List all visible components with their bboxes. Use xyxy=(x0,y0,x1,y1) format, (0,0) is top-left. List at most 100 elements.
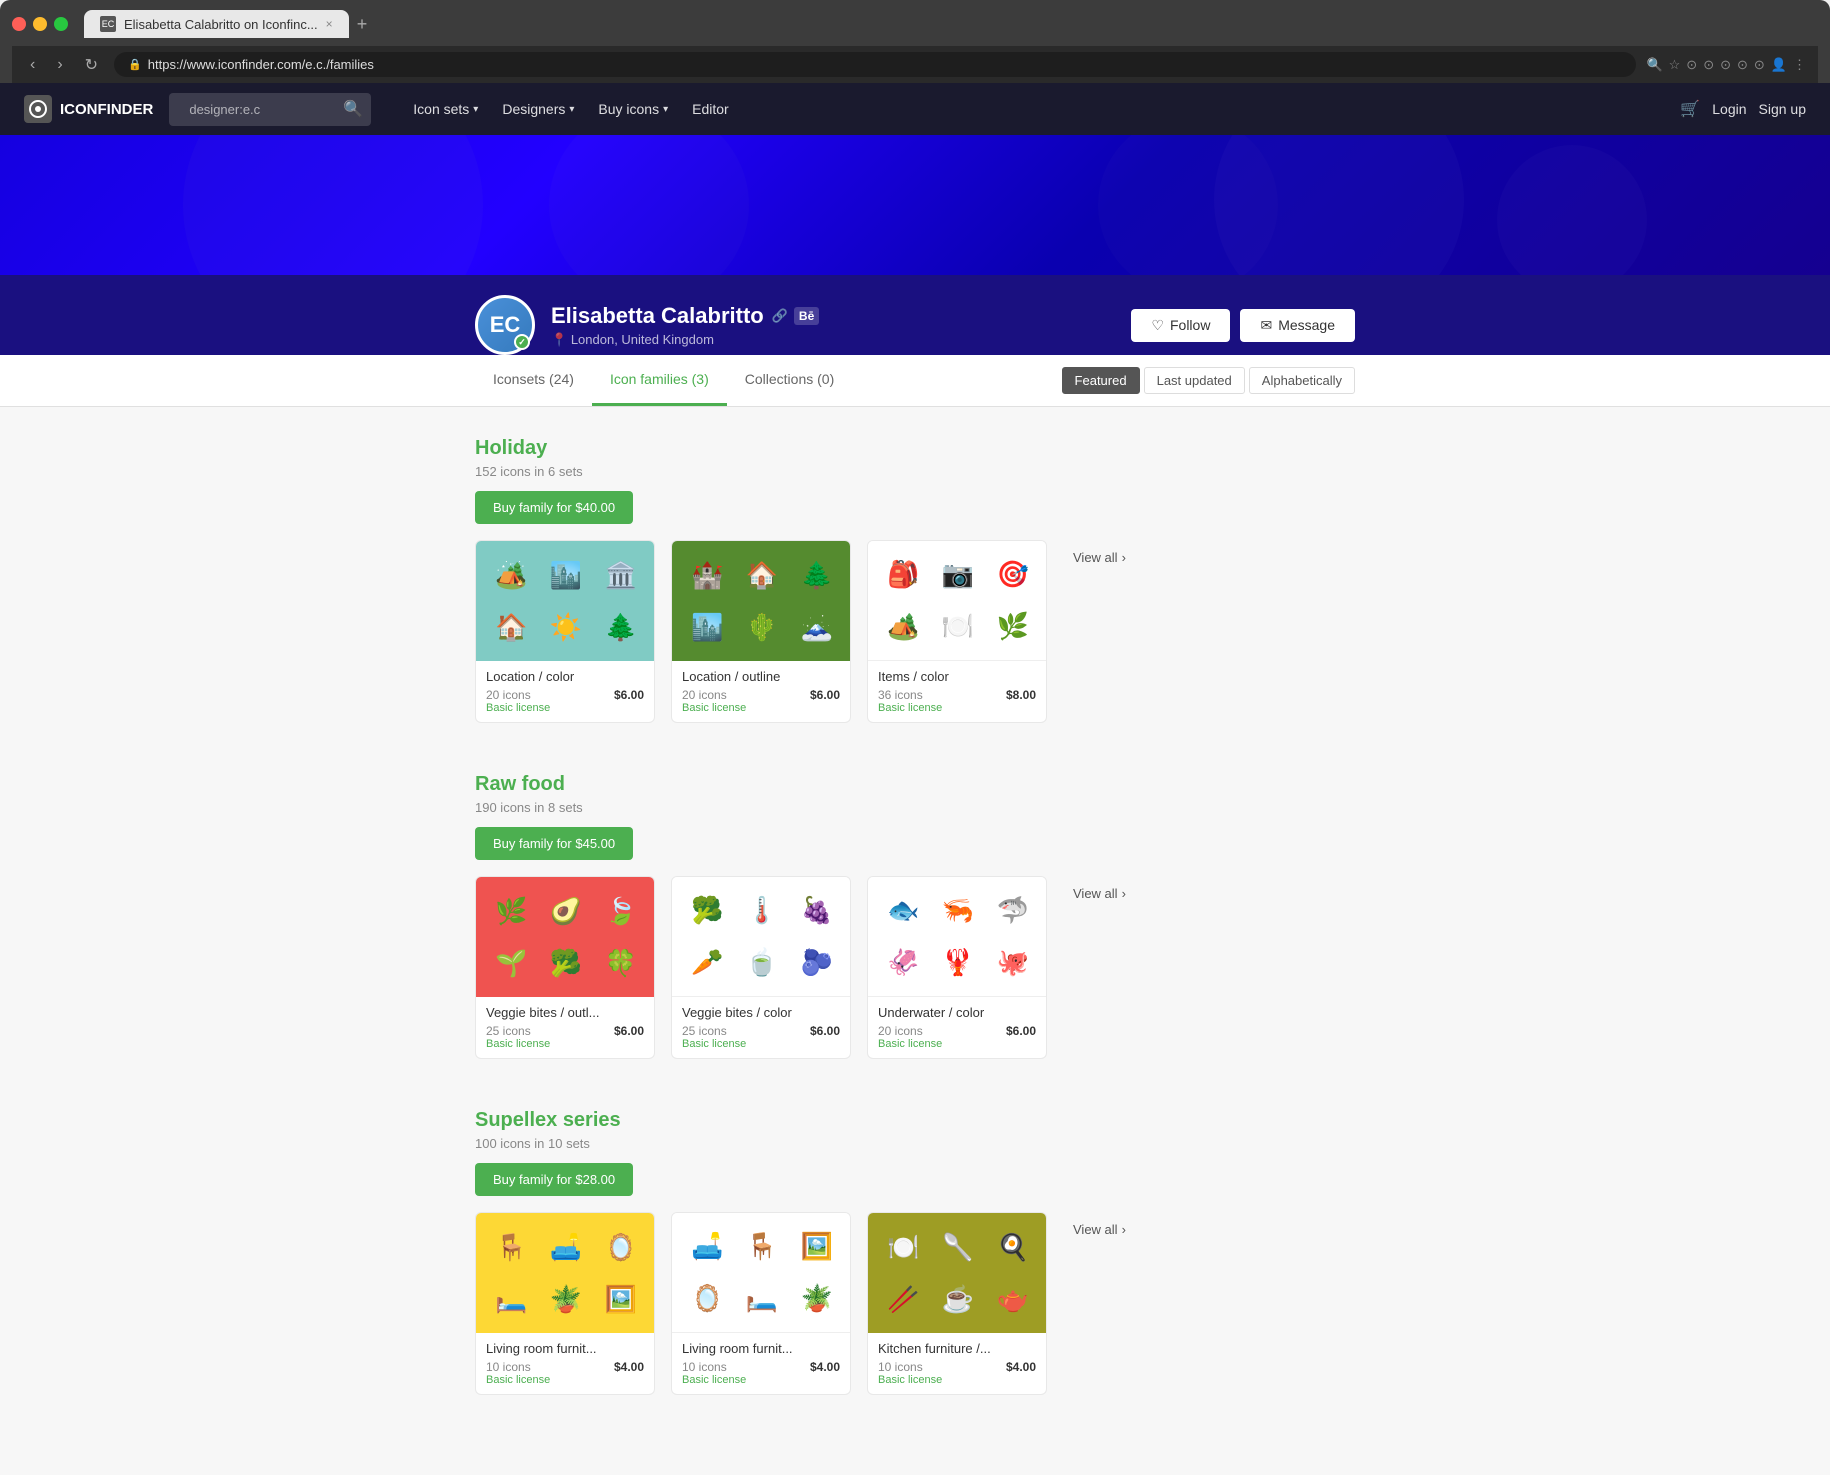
login-link[interactable]: Login xyxy=(1712,101,1746,117)
nav-link-iconsets-arrow: ▾ xyxy=(473,104,478,115)
nav-link-buyicons[interactable]: Buy icons ▾ xyxy=(588,95,678,123)
icon-thumb: 🍵 xyxy=(737,939,788,987)
iconset-card-livingroom2[interactable]: 🛋️ 🪑 🖼️ 🪞 🛏️ 🪴 Living room furnit... 10 … xyxy=(671,1212,851,1395)
iconset-card-items-color[interactable]: 🎒 📷 🎯 🏕️ 🍽️ 🌿 Items / color 36 icons xyxy=(867,540,1047,723)
message-button[interactable]: ✉ Message xyxy=(1240,309,1355,342)
icon-thumb: 🏕️ xyxy=(878,603,929,651)
new-tab-button[interactable]: + xyxy=(357,14,368,35)
view-all-rawfood[interactable]: View all › xyxy=(1063,876,1136,911)
iconset-info: Veggie bites / outl... 25 icons $6.00 Ba… xyxy=(476,997,654,1058)
icon-thumb: 🦈 xyxy=(987,887,1038,935)
minimize-dot[interactable] xyxy=(33,17,47,31)
iconset-card-location-color[interactable]: 🏕️ 🏙️ 🏛️ 🏠 ☀️ 🌲 Location / color 20 icon… xyxy=(475,540,655,723)
iconset-price: $4.00 xyxy=(1006,1360,1036,1374)
iconset-card-kitchen[interactable]: 🍽️ 🥄 🍳 🥢 ☕ 🫖 Kitchen furniture /... 10 i… xyxy=(867,1212,1047,1395)
icon-thumb: 🏙️ xyxy=(541,551,592,599)
extension-icon-3[interactable]: ⊙ xyxy=(1720,57,1731,73)
iconset-price: $4.00 xyxy=(614,1360,644,1374)
browser-titlebar: EC Elisabetta Calabritto on Iconfinc... … xyxy=(12,10,1818,38)
icon-thumb: 🌿 xyxy=(987,603,1038,651)
iconset-details: 20 icons $6.00 xyxy=(486,688,644,702)
iconset-details: 25 icons $6.00 xyxy=(682,1024,840,1038)
icon-thumb: 🌲 xyxy=(791,551,842,599)
iconset-card-veggie-outline[interactable]: 🌿 🥑 🍃 🌱 🥦 🍀 Veggie bites / outl... 25 ic… xyxy=(475,876,655,1059)
nav-link-editor[interactable]: Editor xyxy=(682,95,739,123)
follow-button[interactable]: ♡ Follow xyxy=(1131,309,1230,342)
reload-button[interactable]: ↻ xyxy=(79,53,104,77)
icon-thumb: 🌿 xyxy=(486,887,537,935)
extension-icon-4[interactable]: ⊙ xyxy=(1737,57,1748,73)
close-dot[interactable] xyxy=(12,17,26,31)
profile-behance-icon[interactable]: Bē xyxy=(794,307,819,325)
avatar-initials: ec xyxy=(490,312,521,338)
sort-alphabetically-button[interactable]: Alphabetically xyxy=(1249,367,1355,394)
forward-button[interactable]: › xyxy=(51,54,68,76)
nav-search-input[interactable] xyxy=(177,97,337,122)
view-all-arrow: › xyxy=(1122,1222,1126,1237)
cart-icon[interactable]: 🛒 xyxy=(1680,99,1700,119)
tab-iconsets[interactable]: Iconsets (24) xyxy=(475,355,592,406)
view-all-supellex[interactable]: View all › xyxy=(1063,1212,1136,1247)
iconset-details: 10 icons $4.00 xyxy=(682,1360,840,1374)
tab-collections[interactable]: Collections (0) xyxy=(727,355,852,406)
iconset-price: $6.00 xyxy=(810,1024,840,1038)
tab-close-button[interactable]: × xyxy=(326,17,333,31)
profile-link-icon[interactable]: 🔗 xyxy=(772,308,788,324)
iconset-info: Underwater / color 20 icons $6.00 Basic … xyxy=(868,997,1046,1058)
family-header-rawfood: Raw food 190 icons in 8 sets Buy family … xyxy=(475,773,1355,860)
iconset-card-underwater[interactable]: 🐟 🦐 🦈 🦑 🦞 🐙 Underwater / color 20 icons xyxy=(867,876,1047,1059)
maximize-dot[interactable] xyxy=(54,17,68,31)
iconset-count: 20 icons xyxy=(682,688,727,702)
iconsets-row-holiday: 🏕️ 🏙️ 🏛️ 🏠 ☀️ 🌲 Location / color 20 icon… xyxy=(475,540,1355,723)
icon-thumb: 🦑 xyxy=(878,939,929,987)
nav-link-designers[interactable]: Designers ▾ xyxy=(492,95,584,123)
icon-thumb: 🏰 xyxy=(682,551,733,599)
icon-thumb: 🦐 xyxy=(933,887,984,935)
buy-family-rawfood-button[interactable]: Buy family for $45.00 xyxy=(475,827,633,860)
icon-thumb: 🫐 xyxy=(791,939,842,987)
browser-tab[interactable]: EC Elisabetta Calabritto on Iconfinc... … xyxy=(84,10,349,38)
hero-circles xyxy=(0,135,1830,275)
nav-link-buyicons-label: Buy icons xyxy=(598,101,659,117)
verified-badge: ✓ xyxy=(514,334,530,350)
iconset-info: Items / color 36 icons $8.00 Basic licen… xyxy=(868,661,1046,722)
nav-link-iconsets[interactable]: Icon sets ▾ xyxy=(403,95,488,123)
extension-icon-1[interactable]: ⊙ xyxy=(1686,57,1697,73)
tab-icon-families[interactable]: Icon families (3) xyxy=(592,355,727,406)
search-toolbar-icon[interactable]: 🔍 xyxy=(1646,57,1662,73)
icon-thumb: 🫖 xyxy=(987,1275,1038,1323)
profile-icon[interactable]: 👤 xyxy=(1771,57,1787,73)
icon-thumb: 🪞 xyxy=(595,1223,646,1271)
extension-icon-2[interactable]: ⊙ xyxy=(1703,57,1714,73)
extension-icon-5[interactable]: ⊙ xyxy=(1754,57,1765,73)
browser-addressbar: ‹ › ↻ 🔒 https://www.iconfinder.com/e.c./… xyxy=(12,46,1818,83)
icon-thumb: 🏙️ xyxy=(682,603,733,651)
iconset-card-location-outline[interactable]: 🏰 🏠 🌲 🏙️ 🌵 🗻 Location / outline 20 icons xyxy=(671,540,851,723)
icon-thumb: 🥢 xyxy=(878,1275,929,1323)
nav-search-icon[interactable]: 🔍 xyxy=(343,99,363,119)
logo-area[interactable]: ICONFINDER xyxy=(24,95,153,123)
back-button[interactable]: ‹ xyxy=(24,54,41,76)
view-all-holiday[interactable]: View all › xyxy=(1063,540,1136,575)
family-meta-rawfood: 190 icons in 8 sets xyxy=(475,800,1355,815)
iconset-card-veggie-color[interactable]: 🥦 🌡️ 🍇 🥕 🍵 🫐 Veggie bites / color 25 ico… xyxy=(671,876,851,1059)
tab-iconsets-label: Iconsets (24) xyxy=(493,371,574,387)
buy-family-holiday-button[interactable]: Buy family for $40.00 xyxy=(475,491,633,524)
nav-right: 🛒 Login Sign up xyxy=(1680,99,1806,119)
iconset-card-livingroom1[interactable]: 🪑 🛋️ 🪞 🛏️ 🪴 🖼️ Living room furnit... 10 … xyxy=(475,1212,655,1395)
more-options-icon[interactable]: ⋮ xyxy=(1793,57,1806,73)
profile-info: Elisabetta Calabritto 🔗 Bē 📍 London, Uni… xyxy=(551,303,1131,348)
profile-actions: ♡ Follow ✉ Message xyxy=(1131,309,1355,342)
address-bar[interactable]: 🔒 https://www.iconfinder.com/e.c./famili… xyxy=(114,52,1636,77)
tabs-sort: Featured Last updated Alphabetically xyxy=(1062,367,1355,394)
lock-icon: 🔒 xyxy=(128,58,142,71)
buy-family-supellex-button[interactable]: Buy family for $28.00 xyxy=(475,1163,633,1196)
icon-thumb: 🎯 xyxy=(987,551,1038,599)
signup-link[interactable]: Sign up xyxy=(1759,101,1806,117)
tab-favicon: EC xyxy=(100,16,116,32)
icon-thumb: 🥄 xyxy=(933,1223,984,1271)
bookmark-icon[interactable]: ☆ xyxy=(1669,57,1681,73)
view-all-label: View all xyxy=(1073,886,1118,901)
sort-featured-button[interactable]: Featured xyxy=(1062,367,1140,394)
sort-lastupdated-button[interactable]: Last updated xyxy=(1144,367,1245,394)
